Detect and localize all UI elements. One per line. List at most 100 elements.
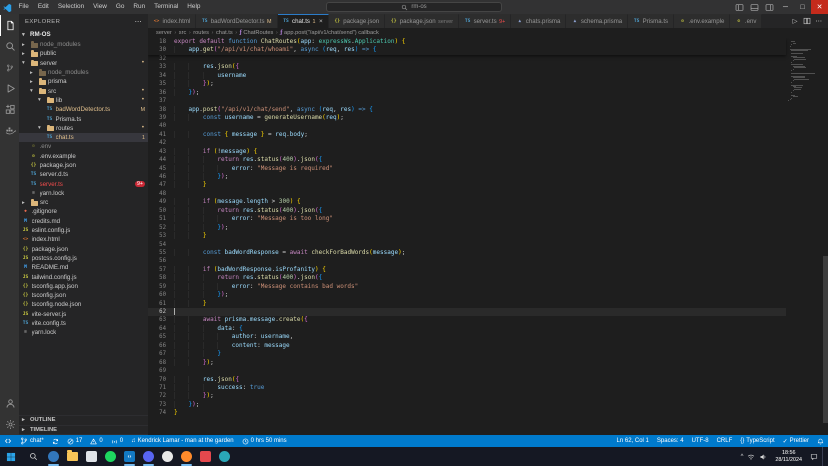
toggle-sidebar-icon[interactable] [732,0,747,14]
edge-browser-icon[interactable] [44,447,63,466]
tab-.env.example[interactable]: ⚙.env.example [674,14,730,28]
breadcrumb-item[interactable]: routes [193,30,209,36]
file-explorer-icon[interactable] [63,447,82,466]
file-package.json[interactable]: {}package.json [19,161,148,170]
file-server.ts[interactable]: TSserver.ts9+ [19,179,148,188]
firefox-icon[interactable] [177,447,196,466]
tab-badWordDetector.ts[interactable]: TSbadWordDetector.tsM [196,14,277,28]
menu-go[interactable]: Go [111,0,129,14]
editor-scrollbar[interactable] [822,38,828,435]
tab-schema.prisma[interactable]: ▲schema.prisma [566,14,628,28]
menu-terminal[interactable]: Terminal [150,0,183,14]
code-editor[interactable]: 3233 res.json({34 username35 });36 });37… [148,38,828,435]
white-circle-app-icon[interactable] [158,447,177,466]
menu-run[interactable]: Run [129,0,150,14]
tab-.env[interactable]: ⚙.env [730,14,762,28]
wifi-icon[interactable] [747,453,755,461]
file-postcss.config.js[interactable]: JSpostcss.config.js [19,254,148,263]
tab-package.json[interactable]: {}package.json [329,14,385,28]
file-.env[interactable]: ⚙.env [19,142,148,151]
run-file-icon[interactable]: ▷ [793,17,798,25]
chevron-up-icon[interactable]: ^ [741,453,744,461]
file-eslint.config.js[interactable]: JSeslint.config.js [19,226,148,235]
maximize-button[interactable]: □ [794,0,811,14]
status-cursor-position[interactable]: Ln 62, Col 1 [613,435,653,447]
folder-server[interactable]: ▾server• [19,59,148,68]
folder-src[interactable]: ▾src• [19,86,148,95]
status-problems-errors[interactable]: 17 [63,435,87,447]
close-button[interactable]: ✕ [811,0,828,14]
taskbar-search-icon[interactable] [22,447,44,466]
menu-file[interactable]: File [14,0,33,14]
account-icon[interactable] [0,393,19,414]
status-notifications[interactable] [813,435,828,447]
breadcrumb-item[interactable]: chat.ts [216,30,233,36]
extensions-icon[interactable] [0,99,19,120]
file-vite-server.js[interactable]: JSvite-server.js [19,310,148,319]
file-yarn.lock[interactable]: ≡yarn.lock [19,189,148,198]
menu-help[interactable]: Help [183,0,205,14]
start-button-icon[interactable] [0,447,22,466]
volume-icon[interactable] [759,453,767,461]
scrollbar-thumb[interactable] [823,256,828,423]
explorer-icon[interactable] [0,15,19,36]
folder-node_modules[interactable]: ▸node_modules [19,68,148,77]
folder-prisma[interactable]: ▸prisma [19,77,148,86]
toggle-secondary-sidebar-icon[interactable] [762,0,777,14]
show-desktop-button[interactable] [822,447,825,466]
search-icon[interactable] [0,36,19,57]
file-tsconfig.node.json[interactable]: {}tsconfig.node.json [19,300,148,309]
minimize-button[interactable]: ─ [777,0,794,14]
toggle-panel-icon[interactable] [747,0,762,14]
menu-selection[interactable]: Selection [53,0,88,14]
status-music[interactable]: ♫Kendrick Lamar - man at the garden [127,435,238,447]
command-center-search[interactable]: rm-os [326,2,502,12]
project-root-header[interactable]: ▾ RM-OS [19,29,148,40]
docker-icon[interactable] [0,120,19,141]
taskbar-clock[interactable]: 18:56 28/11/2024 [771,450,806,463]
more-actions-icon[interactable]: ⋯ [816,17,823,25]
status-branch[interactable]: chat* [16,435,48,447]
folder-routes[interactable]: ▾routes• [19,124,148,133]
tab-server.ts[interactable]: TSserver.ts9+ [459,14,511,28]
settings-icon[interactable] [0,414,19,435]
file-credits.md[interactable]: Mcredits.md [19,217,148,226]
close-icon[interactable]: × [319,18,323,25]
file-.gitignore[interactable]: ◆.gitignore [19,207,148,216]
file-chat.ts[interactable]: TSchat.ts1 [19,133,148,142]
folder-node_modules[interactable]: ▸node_modules [19,40,148,49]
tab-package.json[interactable]: {}package.jsonserver [385,14,459,28]
breadcrumb-item[interactable]: ƒChatRoutes [240,30,274,36]
status-language-mode[interactable]: {}TypeScript [736,435,778,447]
phone-link-icon[interactable] [215,447,234,466]
file-.env.example[interactable]: ⚙.env.example [19,152,148,161]
split-editor-icon[interactable] [803,17,811,25]
tab-Prisma.ts[interactable]: TSPrisma.ts [628,14,674,28]
action-center-icon[interactable] [810,453,818,461]
status-ports[interactable]: 0 [107,435,127,447]
file-package.json[interactable]: {}package.json [19,245,148,254]
status-sync[interactable] [48,435,63,447]
white-app-icon[interactable] [82,447,101,466]
folder-public[interactable]: ▸public [19,49,148,58]
file-README.md[interactable]: MREADME.md [19,263,148,272]
file-tsconfig.json[interactable]: {}tsconfig.json [19,291,148,300]
file-badWordDetector.ts[interactable]: TSbadWordDetector.tsM [19,105,148,114]
status-eol[interactable]: CRLF [713,435,737,447]
status-indentation[interactable]: Spaces: 4 [653,435,688,447]
red-app-icon[interactable] [196,447,215,466]
menu-edit[interactable]: Edit [33,0,53,14]
status-encoding[interactable]: UTF-8 [688,435,713,447]
breadcrumb-item[interactable]: ƒapp.post("/api/v1/chat/send") callback [280,30,379,36]
folder-src[interactable]: ▸src [19,198,148,207]
file-index.html[interactable]: <>index.html [19,235,148,244]
status-formatter[interactable]: ✓Prettier [779,435,813,447]
file-yarn.lock[interactable]: ≡yarn.lock [19,328,148,337]
folder-lib[interactable]: ▾lib• [19,96,148,105]
tab-chat.ts[interactable]: TSchat.ts1× [278,14,329,28]
vscode-icon[interactable]: ‹› [120,447,139,466]
breadcrumb-item[interactable]: server [156,30,172,36]
file-tsconfig.app.json[interactable]: {}tsconfig.app.json [19,282,148,291]
tab-chats.prisma[interactable]: ▲chats.prisma [511,14,566,28]
breadcrumb-item[interactable]: src [179,30,187,36]
